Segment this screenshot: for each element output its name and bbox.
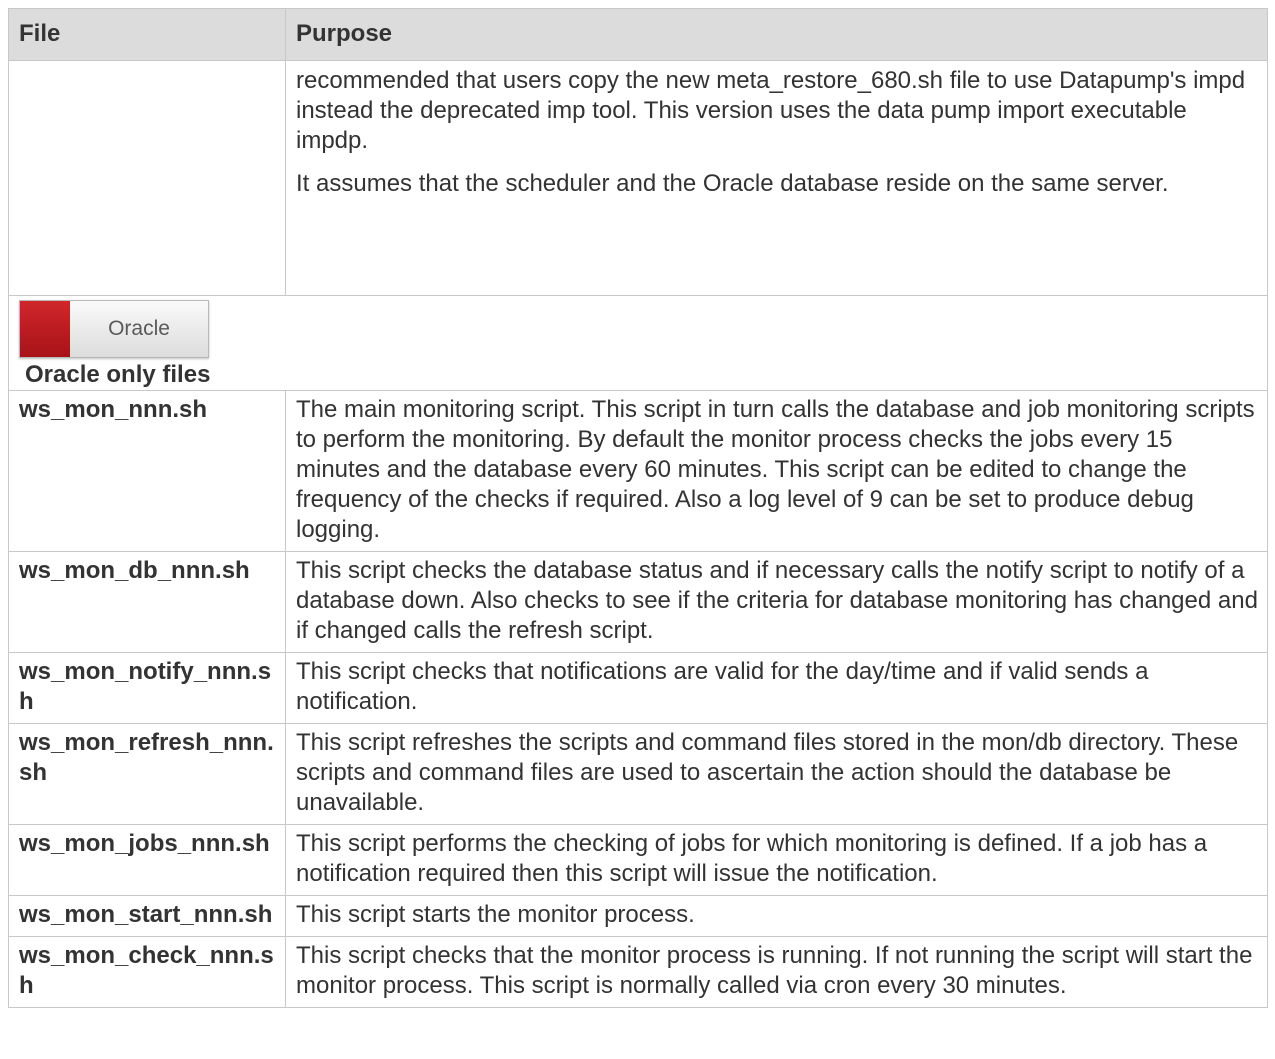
file-name-cell: ws_mon_notify_nnn.sh: [8, 652, 286, 724]
continued-purpose-cell: recommended that users copy the new meta…: [285, 60, 1268, 296]
file-name-cell: ws_mon_refresh_nnn.sh: [8, 723, 286, 825]
section-row: Oracle Oracle only files: [8, 295, 1268, 391]
section-cell: Oracle Oracle only files: [8, 295, 1268, 391]
file-name-cell: ws_mon_nnn.sh: [8, 390, 286, 552]
purpose-cell: This script refreshes the scripts and co…: [285, 723, 1268, 825]
oracle-badge-label: Oracle: [70, 301, 208, 357]
file-name-cell: ws_mon_start_nnn.sh: [8, 895, 286, 937]
table-row: ws_mon_db_nnn.sh This script checks the …: [8, 551, 1268, 653]
file-column-header: File: [8, 8, 286, 61]
purpose-column-header: Purpose: [285, 8, 1268, 61]
files-table: File Purpose recommended that users copy…: [8, 8, 1268, 1008]
oracle-color-swatch: [20, 301, 70, 357]
purpose-cell: This script starts the monitor process.: [285, 895, 1268, 937]
table-row: ws_mon_notify_nnn.sh This script checks …: [8, 652, 1268, 724]
table-header-row: File Purpose: [8, 8, 1268, 61]
file-name-cell: ws_mon_jobs_nnn.sh: [8, 824, 286, 896]
purpose-cell: This script performs the checking of job…: [285, 824, 1268, 896]
continued-paragraph-1: recommended that users copy the new meta…: [296, 67, 1246, 154]
purpose-cell: This script checks that the monitor proc…: [285, 936, 1268, 1008]
oracle-badge: Oracle: [19, 300, 209, 358]
file-name-cell: ws_mon_db_nnn.sh: [8, 551, 286, 653]
purpose-cell: The main monitoring script. This script …: [285, 390, 1268, 552]
table-row: ws_mon_check_nnn.sh This script checks t…: [8, 936, 1268, 1008]
continued-paragraph-2: It assumes that the scheduler and the Or…: [296, 170, 1169, 197]
table-row: ws_mon_start_nnn.sh This script starts t…: [8, 895, 1268, 937]
purpose-cell: This script checks that notifications ar…: [285, 652, 1268, 724]
section-title: Oracle only files: [25, 361, 211, 388]
file-name-cell: ws_mon_check_nnn.sh: [8, 936, 286, 1008]
table-row: ws_mon_nnn.sh The main monitoring script…: [8, 390, 1268, 552]
continued-row: recommended that users copy the new meta…: [8, 60, 1268, 296]
continued-file-cell: [8, 60, 286, 296]
table-row: ws_mon_refresh_nnn.sh This script refres…: [8, 723, 1268, 825]
purpose-cell: This script checks the database status a…: [285, 551, 1268, 653]
table-row: ws_mon_jobs_nnn.sh This script performs …: [8, 824, 1268, 896]
